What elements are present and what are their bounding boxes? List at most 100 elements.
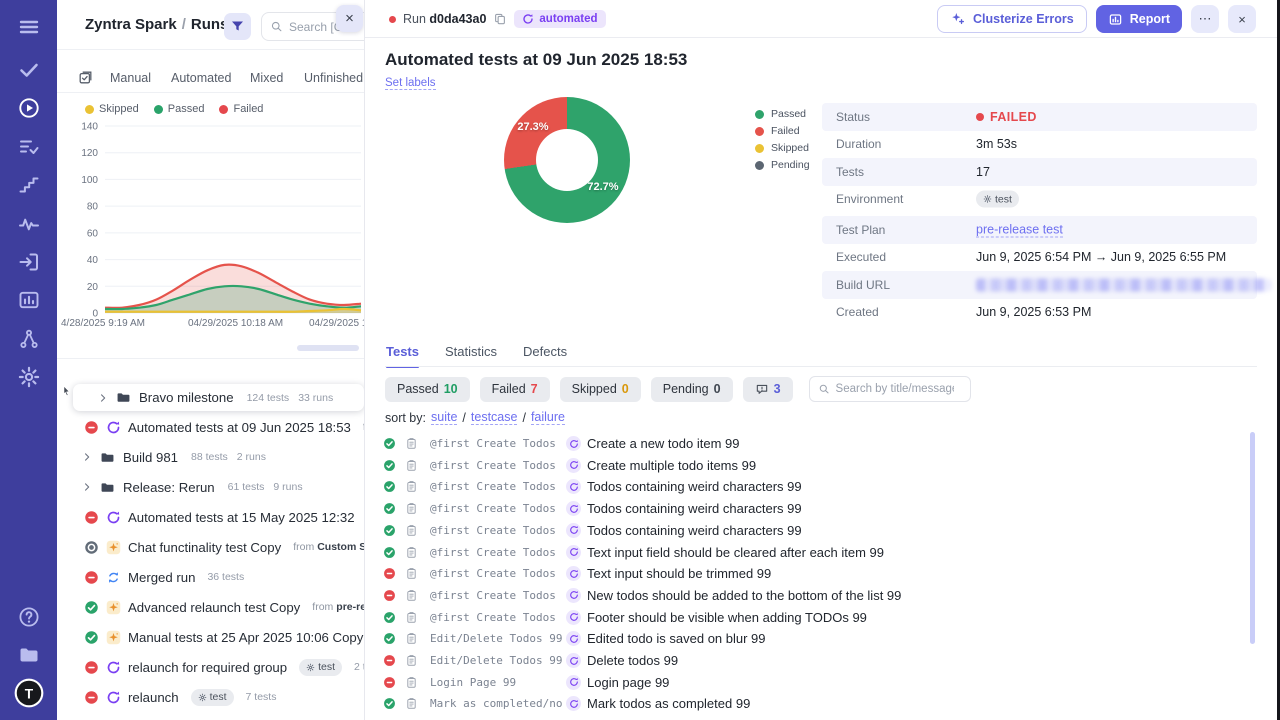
test-row[interactable]: @first Create Todos 99...Todos containin… [383,498,1243,519]
run-name: relaunch for required group [128,660,287,675]
manual-run-icon [106,630,121,645]
filter-chip-pending[interactable]: Pending0 [651,377,733,402]
select-runs-icon[interactable] [77,69,94,86]
test-row[interactable]: @first Create Todos 99...Create a new to… [383,433,1243,454]
run-list-item[interactable]: Merged run36 tests [57,562,365,592]
test-row[interactable]: @first Create Todos 99...Text input shou… [383,563,1243,584]
legend-item-passed[interactable]: Passed [154,103,205,115]
run-list-item[interactable]: relaunch for required grouptest2 tests [57,652,365,682]
test-title: Create multiple todo items 99 [587,458,756,473]
run-list-item[interactable]: Automated tests at 15 May 2025 12:32from… [57,502,365,532]
run-folder-row[interactable]: Bravo milestone124 tests33 runs [73,384,364,411]
chart-horizontal-scrollbar[interactable] [297,345,359,351]
settings-icon[interactable] [17,365,41,389]
projects-icon[interactable] [17,643,41,667]
import-icon[interactable] [17,250,41,274]
test-row[interactable]: Edit/Delete Todos 99 @...Delete todos 99 [383,650,1243,671]
clipboard-icon [405,546,418,559]
environment-chip-label: test [210,691,227,703]
donut-legend-passed[interactable]: Passed [755,108,810,120]
chip-label: Passed [397,382,439,396]
test-row[interactable]: Login Page 99Login page 99 [383,672,1243,693]
test-row[interactable]: @first Create Todos 99...Create multiple… [383,455,1243,476]
sort-by-failure[interactable]: failure [531,410,565,425]
runs-tab-unfinished[interactable]: Unfinished [304,71,363,85]
runs-tab-manual[interactable]: Manual [110,71,151,85]
steps-icon[interactable] [17,173,41,197]
filter-chip-failed[interactable]: Failed7 [480,377,550,402]
search-icon [818,383,830,395]
tab-tests[interactable]: Tests [386,344,419,359]
tab-defects[interactable]: Defects [523,344,567,359]
donut-legend-failed[interactable]: Failed [755,125,810,137]
filter-button[interactable] [224,13,251,40]
automated-icon [566,458,581,473]
test-row[interactable]: @first Create Todos 99...New todos shoul… [383,585,1243,606]
test-row[interactable]: Edit/Delete Todos 99 @...Edited todo is … [383,628,1243,649]
close-run-button[interactable]: × [1228,5,1256,33]
test-suite: @first Create Todos 99... [430,567,562,580]
automated-icon [566,610,581,625]
filter-chip-skipped[interactable]: Skipped0 [560,377,641,402]
test-row[interactable]: @first Create Todos 99...Text input fiel… [383,542,1243,563]
page-name: Runs [191,16,229,33]
help-icon[interactable] [17,605,41,629]
run-name: Bravo milestone [139,390,234,405]
run-list-item[interactable]: relaunchtest7 tests [57,682,365,712]
branch-icon[interactable] [17,327,41,351]
run-folder-row[interactable]: Release: Rerun61 tests9 runs [57,472,365,502]
clusterize-errors-button[interactable]: Clusterize Errors [937,5,1087,33]
run-list-item[interactable]: Automated tests at 09 Jun 2025 18:53from… [57,412,365,442]
menu-icon[interactable] [17,15,41,39]
donut-legend-pending[interactable]: Pending [755,159,810,171]
tests-scrollbar[interactable] [1250,432,1255,644]
gear-icon [983,195,992,204]
run-list-item[interactable]: Chat functinality test CopyfromCustom Se… [57,532,365,562]
gear-icon [198,693,207,702]
panel-close-button[interactable]: × [336,5,363,32]
pulse-icon[interactable] [17,212,41,236]
run-list-item[interactable]: Manual tests at 25 Apr 2025 10:06 Copyfr… [57,622,365,652]
set-labels-link[interactable]: Set labels [385,77,436,90]
filter-chip-passed[interactable]: Passed10 [385,377,470,402]
run-folder-row[interactable]: Build 98188 tests2 runs [57,442,365,472]
report-button[interactable]: Report [1096,5,1182,33]
breadcrumb[interactable]: Zyntra Spark/Runs [85,16,228,33]
test-row[interactable]: @first Create Todos 99...Footer should b… [383,607,1243,628]
project-name[interactable]: Zyntra Spark [85,16,177,33]
sort-prefix: sort by: [385,411,426,425]
legend-label: Failed [771,125,800,137]
runs-tab-automated[interactable]: Automated [171,71,231,85]
legend-item-skipped[interactable]: Skipped [85,103,139,115]
tests-search[interactable] [809,376,971,402]
test-suite: Mark as completed/not ... [430,697,562,710]
run-list-item[interactable]: Advanced relaunch test Copyfrompre-relea… [57,592,365,622]
test-plan-link[interactable]: pre-release test [976,222,1063,237]
run-meta-item: 36 tests [207,571,244,583]
check-icon[interactable] [17,58,41,82]
more-button[interactable]: ⋯ [1191,5,1219,33]
report-icon[interactable] [17,288,41,312]
test-row[interactable]: @first Create Todos 99...Todos containin… [383,476,1243,497]
clipboard-icon [405,654,418,667]
comments-filter-chip[interactable]: 3 [743,377,793,402]
test-row[interactable]: Mark as completed/not ...Mark todos as c… [383,693,1243,714]
tests-search-input[interactable] [836,383,954,395]
chip-count: 7 [531,382,538,396]
detail-value-test-plan: pre-release test [976,222,1063,237]
avatar-icon[interactable]: T [14,678,44,708]
sort-by-testcase[interactable]: testcase [471,410,518,425]
run-meta-item: 124 tests [247,392,290,404]
donut-legend-skipped[interactable]: Skipped [755,142,810,154]
detail-row-executed: ExecutedJun 9, 2025 6:54 PM → Jun 9, 202… [822,244,1257,272]
legend-item-failed[interactable]: Failed [219,103,263,115]
runs-tab-mixed[interactable]: Mixed [250,71,283,85]
play-icon[interactable] [17,96,41,120]
tab-statistics[interactable]: Statistics [445,344,497,359]
sort-by-suite[interactable]: suite [431,410,457,425]
test-row[interactable]: @first Create Todos 99...Todos containin… [383,520,1243,541]
copy-icon[interactable] [493,12,507,26]
run-meta-item: 88 tests [191,451,228,463]
list-check-icon[interactable] [17,135,41,159]
detail-label: Build URL [836,278,890,292]
